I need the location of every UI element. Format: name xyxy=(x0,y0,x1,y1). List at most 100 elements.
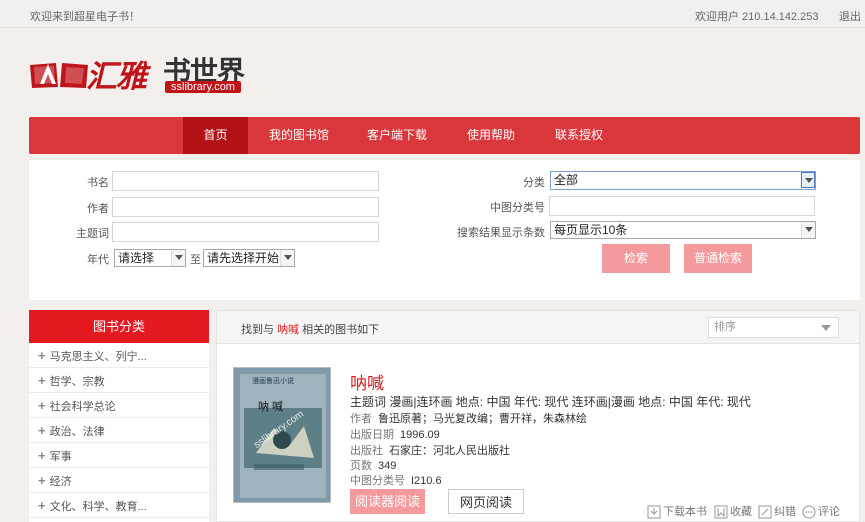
category-label: 马克思主义、列宁... xyxy=(49,351,147,363)
nav-item-home[interactable]: 首页 xyxy=(183,117,248,154)
author-label: 作者 xyxy=(87,203,109,215)
category-label: 文化、科学、教育... xyxy=(49,501,147,513)
category-item[interactable]: + 哲学、宗教 xyxy=(29,368,209,393)
advanced-search-panel: 书名 作者 主题词 年代 请选择 至 请先选择开始年 分类 全部 中图分类号 搜… xyxy=(29,160,860,300)
plus-icon: + xyxy=(38,398,46,413)
sort-placeholder: 排序 xyxy=(714,321,736,333)
category-item[interactable]: + 政治、法律 xyxy=(29,418,209,443)
comment-label: 评论 xyxy=(818,506,840,518)
category-label: 政治、法律 xyxy=(49,426,105,438)
results-header: 找到与 呐喊 相关的图书如下 排序 xyxy=(217,311,859,344)
plus-icon: + xyxy=(38,448,46,463)
title-label: 书名 xyxy=(87,177,109,189)
plus-icon: + xyxy=(38,473,46,488)
per-page-label: 搜索结果显示条数 xyxy=(457,227,545,239)
logo-url: sslibrary.com xyxy=(165,81,241,93)
nav-item-my-library[interactable]: 我的图书馆 xyxy=(257,117,341,154)
nav-item-help[interactable]: 使用帮助 xyxy=(454,117,528,154)
book-clc-row: 中图分类号 I210.6 xyxy=(350,472,442,488)
title-input[interactable] xyxy=(112,171,379,191)
category-item[interactable]: + 社会科学总论 xyxy=(29,393,209,418)
cover-title: 呐 喊 xyxy=(258,401,284,413)
plus-icon: + xyxy=(38,373,46,388)
download-action[interactable]: 下载本书 xyxy=(647,503,707,519)
pages-label: 页数 xyxy=(350,460,372,472)
summary-prefix: 找到与 xyxy=(241,324,274,336)
book-author-row: 作者 鲁迅原著；马光复改编；曹开祥，朱森林绘 xyxy=(350,410,587,426)
per-page-select[interactable]: 每页显示10条 xyxy=(550,221,816,239)
logout-link[interactable]: 退出 xyxy=(839,8,861,24)
cover-series: 漫画鲁迅小说 xyxy=(252,378,294,385)
read-web-button[interactable]: 网页阅读 xyxy=(448,489,524,514)
category-sidebar: 图书分类 + 马克思主义、列宁... + 哲学、宗教 + 社会科学总论 + 政治、法律 … xyxy=(29,310,209,522)
book-cover[interactable]: 漫画鲁迅小说 呐 喊 sslibrary.com xyxy=(233,367,331,503)
subject-input[interactable] xyxy=(112,222,379,242)
subject-label: 主题词 xyxy=(76,228,109,240)
category-label: 经济 xyxy=(49,476,72,488)
nav-item-contact[interactable]: 联系授权 xyxy=(544,117,614,154)
clc-input[interactable] xyxy=(549,196,815,216)
download-icon xyxy=(647,505,661,519)
user-info: 欢迎用户 210.14.142.253 xyxy=(695,11,819,23)
normal-search-button[interactable]: 普通检索 xyxy=(684,244,752,273)
results-panel: 找到与 呐喊 相关的图书如下 排序 漫画鲁迅小说 呐 喊 sslibrary.c… xyxy=(216,310,860,522)
search-button[interactable]: 检索 xyxy=(602,244,670,273)
chevron-down-icon xyxy=(801,172,815,188)
category-select[interactable]: 全部 xyxy=(550,171,816,190)
plus-icon: + xyxy=(38,423,46,438)
chevron-down-icon xyxy=(821,325,831,336)
date-label: 出版日期 xyxy=(350,429,394,441)
author-value: 鲁迅原著；马光复改编；曹开祥，朱森林绘 xyxy=(378,413,587,425)
pages-value: 349 xyxy=(378,460,397,472)
author-input[interactable] xyxy=(112,197,379,217)
clc-value: I210.6 xyxy=(411,475,442,487)
publisher-label: 出版社 xyxy=(350,445,383,457)
book-publisher-row: 出版社 石家庄：河北人民出版社 xyxy=(350,442,510,458)
download-label: 下载本书 xyxy=(663,506,707,518)
category-value: 全部 xyxy=(554,173,579,187)
category-label: 军事 xyxy=(49,451,72,463)
site-logo[interactable]: 汇雅 书世界 sslibrary.com xyxy=(28,50,258,96)
bookmark-icon xyxy=(714,505,728,519)
year-label: 年代 xyxy=(87,254,109,266)
book-cover-image xyxy=(234,368,330,502)
book-date-row: 出版日期 1996.09 xyxy=(350,426,440,442)
comment-action[interactable]: 评论 xyxy=(802,503,840,519)
category-item[interactable]: + 经济 xyxy=(29,468,209,493)
year-from-select[interactable]: 请选择 xyxy=(114,249,186,267)
category-item[interactable]: + 军事 xyxy=(29,443,209,468)
comment-icon xyxy=(802,505,816,519)
main-nav: 首页 我的图书馆 客户端下载 使用帮助 联系授权 xyxy=(29,117,860,154)
category-label: 分类 xyxy=(523,177,545,189)
author-label: 作者 xyxy=(350,413,372,425)
clc-label: 中图分类号 xyxy=(350,475,405,487)
favorite-label: 收藏 xyxy=(730,506,752,518)
logo-name-part1: 汇雅 xyxy=(86,59,147,95)
results-summary: 找到与 呐喊 相关的图书如下 xyxy=(241,321,379,337)
search-keyword: 呐喊 xyxy=(277,324,300,336)
nav-item-client-download[interactable]: 客户端下载 xyxy=(355,117,439,154)
category-label: 哲学、宗教 xyxy=(49,376,105,388)
year-to-label: 至 xyxy=(190,254,201,266)
book-pages-row: 页数 349 xyxy=(350,457,396,473)
chevron-down-icon xyxy=(280,250,294,266)
sort-select[interactable]: 排序 xyxy=(708,317,839,338)
top-bar: 欢迎来到超星电子书！ 欢迎用户 210.14.142.253 退出 xyxy=(0,0,865,28)
book-subject: 主题词 漫画|连环画 地点: 中国 年代: 现代 连环画|漫画 地点: 中国 年… xyxy=(350,395,751,409)
open-book-logo-icon xyxy=(30,63,88,88)
category-label: 社会科学总论 xyxy=(49,401,116,413)
sidebar-title: 图书分类 xyxy=(29,310,209,343)
per-page-value: 每页显示10条 xyxy=(554,223,628,237)
read-client-button[interactable]: 阅读器阅读 xyxy=(350,489,425,514)
clc-label: 中图分类号 xyxy=(490,202,545,214)
report-action[interactable]: 纠错 xyxy=(758,503,796,519)
year-to-select[interactable]: 请先选择开始年 xyxy=(203,249,295,267)
category-item[interactable]: + 马克思主义、列宁... xyxy=(29,343,209,368)
chevron-down-icon xyxy=(171,250,185,266)
publisher-value: 石家庄：河北人民出版社 xyxy=(389,445,510,457)
favorite-action[interactable]: 收藏 xyxy=(714,503,752,519)
category-item[interactable]: + 文化、科学、教育... xyxy=(29,493,209,518)
summary-suffix: 相关的图书如下 xyxy=(302,324,380,336)
book-title-link[interactable]: 呐喊 xyxy=(350,369,384,394)
chevron-down-icon xyxy=(801,222,815,238)
